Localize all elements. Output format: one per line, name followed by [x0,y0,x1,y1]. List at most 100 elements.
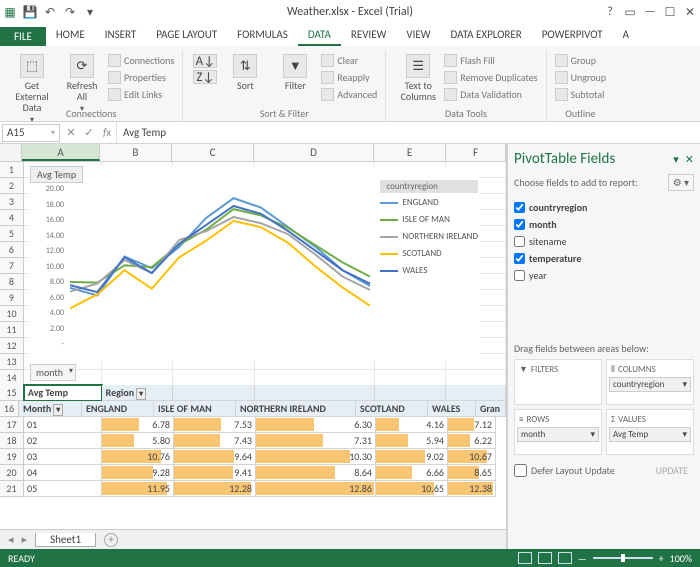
row-header[interactable]: 14 [0,370,24,386]
row-header[interactable]: 3 [0,194,24,210]
connections-properties[interactable]: Properties [108,69,174,85]
tab-insert[interactable]: INSERT [95,25,147,46]
pivot-col-header[interactable]: Gran [476,401,506,417]
pivot-cell[interactable]: 12.28 [174,481,256,497]
pivot-cell[interactable]: 12.38 [448,481,496,497]
pivot-col-header[interactable]: SCOTLAND [356,401,428,417]
col-header-C[interactable]: C [172,144,254,161]
month-dropdown[interactable]: Month [19,401,82,417]
close-icon[interactable]: ✕ [682,4,698,20]
cell[interactable] [102,370,174,386]
minimize-icon[interactable]: — [642,4,658,20]
outline-subtotal[interactable]: Subtotal [555,86,606,102]
ribbon-options-icon[interactable]: ▭ [622,4,638,20]
pane-close-icon[interactable]: ✕ [685,153,694,166]
pivot-cell[interactable]: 9.41 [174,465,256,481]
pivot-row-label[interactable]: 05 [24,481,102,497]
row-header[interactable]: 19 [0,449,24,465]
chart-month-filter[interactable]: month [30,364,76,381]
row-header[interactable]: 16 [0,401,19,417]
pivot-row-label[interactable]: 04 [24,465,102,481]
sort-filter-clear[interactable]: Clear [321,52,377,68]
field-year[interactable]: year [514,267,694,284]
pivot-cell[interactable]: 12.86 [256,481,376,497]
row-header[interactable]: 21 [0,481,24,497]
cell[interactable] [446,385,506,401]
row-header[interactable]: 7 [0,258,24,274]
select-all-corner[interactable] [0,144,22,161]
tab-powerpivot[interactable]: POWERPIVOT [532,25,613,46]
pivot-cell[interactable]: 7.43 [174,433,256,449]
new-sheet-icon[interactable]: + [104,533,118,547]
defer-layout-checkbox[interactable]: Defer Layout Update [514,464,615,477]
redo-icon[interactable]: ↷ [62,4,78,20]
data-tools-flash-fill[interactable]: Flash Fill [444,52,537,68]
sort-filter-reapply[interactable]: Reapply [321,69,377,85]
area-item[interactable]: countryregion▾ [609,377,691,392]
field-month[interactable]: month [514,216,694,233]
area-item[interactable]: month▾ [517,427,599,442]
pivot-cell[interactable]: 9.02 [376,449,448,465]
cell[interactable] [173,385,255,401]
row-header[interactable]: 9 [0,290,24,306]
view-layout-icon[interactable] [538,552,552,564]
sort-button[interactable]: ⇅Sort [221,52,269,102]
undo-icon[interactable]: ↶ [42,4,58,20]
save-icon[interactable]: 💾 [22,4,38,20]
pivot-cell[interactable]: 4.16 [376,417,448,433]
row-header[interactable]: 11 [0,322,24,338]
pivot-cell[interactable]: 10.76 [102,449,174,465]
data-tools-remove-duplicates[interactable]: Remove Duplicates [444,69,537,85]
pivot-cell[interactable]: 11.95 [102,481,174,497]
help-icon[interactable]: ? [602,4,618,20]
worksheet[interactable]: ABCDEF 1234567891011121314 Avg Temp 20.0… [0,144,507,549]
sort-filter-advanced[interactable]: Advanced [321,86,377,102]
pivot-table[interactable]: 15 Avg Temp Region 16 Month ENGLANDISLE … [0,385,506,497]
row-header[interactable]: 1 [0,162,24,178]
field-countryregion[interactable]: countryregion [514,199,694,216]
cell[interactable] [255,385,375,401]
sort-az-button[interactable]: A↓Z↓ [191,52,219,102]
tab-review[interactable]: REVIEW [341,25,397,46]
pivot-cell[interactable]: 9.28 [102,465,174,481]
pivot-cell[interactable]: 10.65 [376,481,448,497]
pivot-cell[interactable]: 7.53 [174,417,256,433]
col-header-A[interactable]: A [22,144,100,161]
col-header-E[interactable]: E [374,144,446,161]
pivot-col-header[interactable]: NORTHERN IRELAND [236,401,356,417]
pivot-col-header[interactable]: ENGLAND [82,401,154,417]
qat-customize-icon[interactable]: ▾ [82,4,98,20]
connections-connections[interactable]: Connections [108,52,174,68]
maximize-icon[interactable]: ☐ [662,4,678,20]
row-header[interactable]: 20 [0,465,24,481]
pivot-row-label[interactable]: 03 [24,449,102,465]
row-header[interactable]: 13 [0,354,24,370]
pivot-cell[interactable]: 6.30 [256,417,376,433]
tab-scroll-first-icon[interactable]: ◂ [8,533,14,546]
tab-home[interactable]: HOME [46,25,95,46]
pivot-cell[interactable]: 6.22 [448,433,496,449]
area-item[interactable]: Avg Temp▾ [609,427,691,442]
cell[interactable] [446,370,506,386]
view-break-icon[interactable] [558,552,572,564]
row-header[interactable]: 2 [0,178,24,194]
field-temperature[interactable]: temperature [514,250,694,267]
row-header[interactable]: 12 [0,338,24,354]
sheet-tab-sheet1[interactable]: Sheet1 [35,533,96,547]
filter-button[interactable]: ▼Filter [271,52,319,102]
view-normal-icon[interactable] [518,552,532,564]
row-header[interactable]: 15 [0,385,24,401]
tab-view[interactable]: VIEW [396,25,440,46]
gear-icon[interactable]: ⚙ ▾ [668,174,694,191]
outline-group[interactable]: Group [555,52,606,68]
connections-edit-links[interactable]: Edit Links [108,86,174,102]
row-header[interactable]: 17 [0,417,24,433]
pivot-chart[interactable]: Avg Temp 20.0018.0016.0014.0012.0010.008… [30,166,480,361]
file-tab[interactable]: FILE [0,27,46,46]
zoom-level[interactable]: 100% [670,552,692,565]
field-sitename[interactable]: sitename [514,233,694,250]
data-tools-data-validation[interactable]: Data Validation [444,86,537,102]
area-values[interactable]: ΣVALUESAvg Temp▾ [606,409,694,455]
row-header[interactable]: 10 [0,306,24,322]
pivot-cell[interactable]: 5.94 [376,433,448,449]
